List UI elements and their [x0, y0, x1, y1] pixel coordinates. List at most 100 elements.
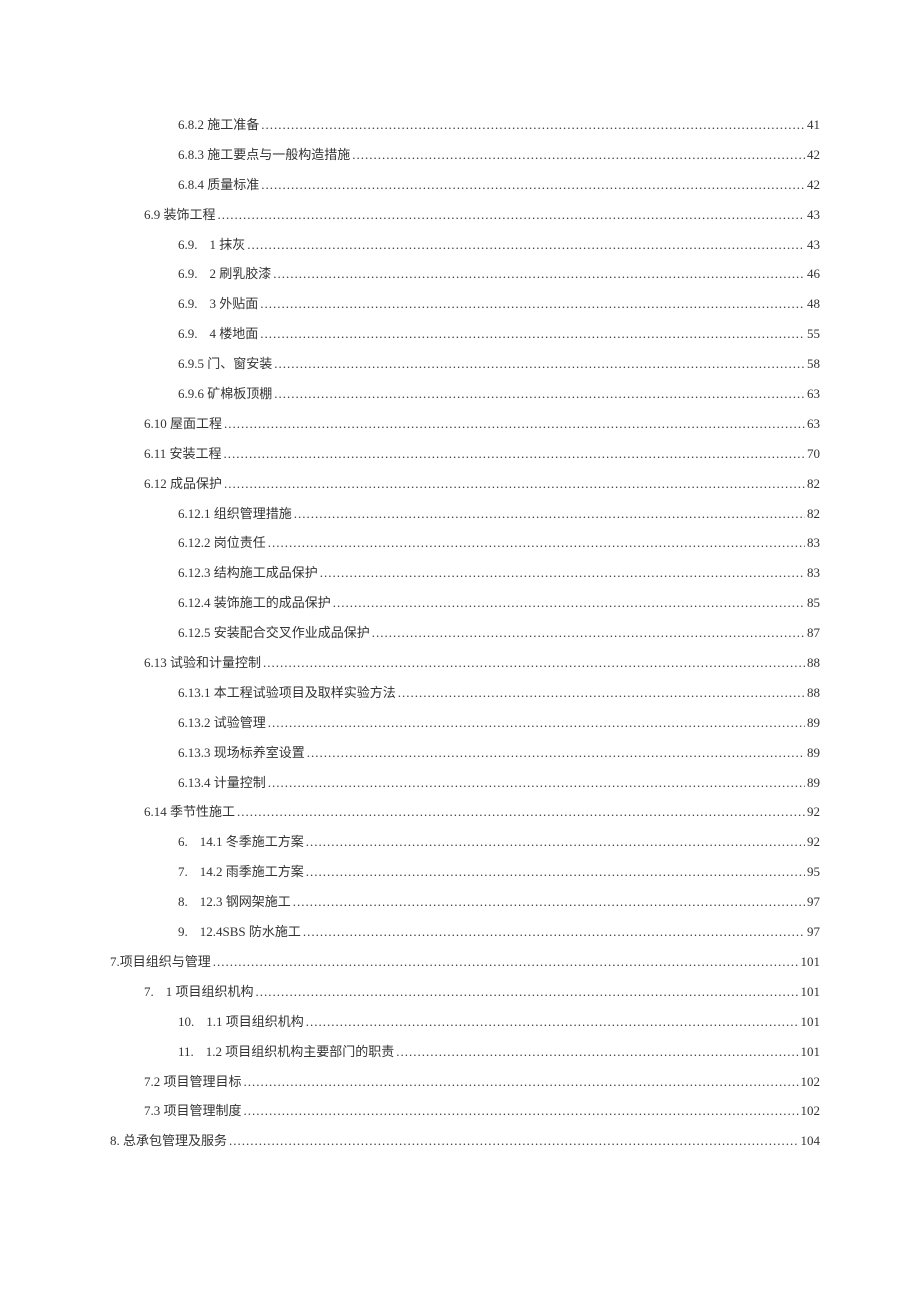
toc-entry: 7.2 项目管理目标102: [110, 1067, 820, 1097]
toc-entry: 6.13.4 计量控制 89: [110, 768, 820, 798]
toc-entry: 6.12.3 结构施工成品保护 83: [110, 558, 820, 588]
toc-label: 14.2 雨季施工方案: [200, 857, 304, 887]
toc-leader-dots: [306, 1007, 799, 1037]
toc-entry: 6.13.2 试验管理89: [110, 708, 820, 738]
toc-leader-dots: [261, 170, 805, 200]
toc-label: 6.13.1 本工程试验项目及取样实验方法: [178, 678, 396, 708]
toc-page-number: 88: [807, 678, 820, 708]
toc-leader-dots: [306, 827, 805, 857]
toc-prefix: 6.: [178, 827, 188, 857]
toc-page-number: 42: [807, 140, 820, 170]
toc-page-number: 63: [807, 379, 820, 409]
toc-label: 6.8.4 质量标准: [178, 170, 259, 200]
toc-leader-dots: [213, 947, 799, 977]
toc-entry: 6.8.4 质量标准42: [110, 170, 820, 200]
toc-label: 6.12.3 结构施工成品保护: [178, 558, 318, 588]
toc-label: 14.1 冬季施工方案: [200, 827, 304, 857]
toc-page-number: 101: [801, 947, 821, 977]
toc-entry: 6.9.5 门、窗安装 58: [110, 349, 820, 379]
toc-leader-dots: [244, 1067, 799, 1097]
toc-entry: 6.9.4 楼地面55: [110, 319, 820, 349]
toc-leader-dots: [352, 140, 805, 170]
toc-entry: 6.13.1 本工程试验项目及取样实验方法 88: [110, 678, 820, 708]
toc-entry: 6.12.4 装饰施工的成品保护85: [110, 588, 820, 618]
toc-page-number: 70: [807, 439, 820, 469]
toc-leader-dots: [372, 618, 805, 648]
toc-label: 8. 总承包管理及服务: [110, 1126, 227, 1156]
toc-label: 6.12 成品保护: [144, 469, 222, 499]
toc-leader-dots: [294, 499, 805, 529]
toc-entry: 7.1 项目组织机构101: [110, 977, 820, 1007]
toc-prefix: 8.: [178, 887, 188, 917]
toc-page-number: 87: [807, 618, 820, 648]
table-of-contents: 6.8.2 施工准备416.8.3 施工要点与一般构造措施426.8.4 质量标…: [110, 110, 820, 1156]
toc-leader-dots: [261, 110, 805, 140]
toc-leader-dots: [229, 1126, 798, 1156]
toc-prefix: 6.9.: [178, 289, 198, 319]
toc-leader-dots: [306, 857, 805, 887]
toc-leader-dots: [263, 648, 805, 678]
toc-leader-dots: [268, 708, 805, 738]
toc-leader-dots: [396, 1037, 798, 1067]
toc-prefix: 6.9.: [178, 230, 198, 260]
toc-page-number: 46: [807, 259, 820, 289]
toc-label: 7.3 项目管理制度: [144, 1096, 242, 1126]
toc-entry: 6.11 安装工程70: [110, 439, 820, 469]
toc-prefix: 7.: [178, 857, 188, 887]
toc-leader-dots: [256, 977, 799, 1007]
toc-leader-dots: [224, 409, 805, 439]
toc-leader-dots: [333, 588, 805, 618]
toc-label: 6.10 屋面工程: [144, 409, 222, 439]
toc-page-number: 97: [807, 917, 820, 947]
toc-label: 4 楼地面: [210, 319, 259, 349]
toc-page-number: 104: [801, 1126, 821, 1156]
toc-label: 2 刷乳胶漆: [210, 259, 272, 289]
toc-label: 6.9.5 门、窗安装: [178, 349, 272, 379]
toc-page-number: 43: [807, 230, 820, 260]
toc-leader-dots: [237, 797, 805, 827]
toc-label: 6.12.1 组织管理措施: [178, 499, 292, 529]
toc-prefix: 11.: [178, 1037, 194, 1067]
toc-leader-dots: [224, 439, 805, 469]
toc-label: 7.项目组织与管理: [110, 947, 211, 977]
toc-leader-dots: [268, 768, 805, 798]
toc-label: 6.8.2 施工准备: [178, 110, 259, 140]
toc-leader-dots: [273, 259, 805, 289]
toc-leader-dots: [274, 349, 805, 379]
toc-page-number: 58: [807, 349, 820, 379]
toc-page-number: 82: [807, 499, 820, 529]
toc-page-number: 102: [801, 1096, 821, 1126]
toc-leader-dots: [260, 289, 805, 319]
toc-page-number: 48: [807, 289, 820, 319]
toc-page-number: 63: [807, 409, 820, 439]
toc-leader-dots: [224, 469, 805, 499]
toc-page-number: 88: [807, 648, 820, 678]
toc-entry: 6.14 季节性施工92: [110, 797, 820, 827]
toc-leader-dots: [293, 887, 805, 917]
toc-entry: 6.13.3 现场标养室设置 89: [110, 738, 820, 768]
toc-prefix: 9.: [178, 917, 188, 947]
toc-entry: 6.12.1 组织管理措施 82: [110, 499, 820, 529]
toc-page-number: 83: [807, 558, 820, 588]
toc-label: 12.4SBS 防水施工: [200, 917, 301, 947]
toc-entry: 6.10 屋面工程 63: [110, 409, 820, 439]
toc-label: 1 项目组织机构: [166, 977, 254, 1007]
toc-label: 6.9.6 矿棉板顶棚: [178, 379, 272, 409]
toc-entry: 6.12.2 岗位责任83: [110, 528, 820, 558]
toc-entry: 6.9 装饰工程43: [110, 200, 820, 230]
toc-leader-dots: [218, 200, 805, 230]
toc-page-number: 89: [807, 768, 820, 798]
toc-entry: 8. 总承包管理及服务 104: [110, 1126, 820, 1156]
toc-label: 6.13.3 现场标养室设置: [178, 738, 305, 768]
toc-page-number: 89: [807, 738, 820, 768]
toc-page-number: 92: [807, 827, 820, 857]
toc-prefix: 6.9.: [178, 259, 198, 289]
toc-leader-dots: [398, 678, 805, 708]
toc-entry: 6.9.1 抹灰43: [110, 230, 820, 260]
toc-entry: 11.1.2 项目组织机构主要部门的职责101: [110, 1037, 820, 1067]
toc-entry: 7.项目组织与管理 101: [110, 947, 820, 977]
toc-page-number: 89: [807, 708, 820, 738]
toc-page-number: 101: [801, 977, 821, 1007]
toc-label: 6.13.4 计量控制: [178, 768, 266, 798]
toc-leader-dots: [244, 1096, 799, 1126]
